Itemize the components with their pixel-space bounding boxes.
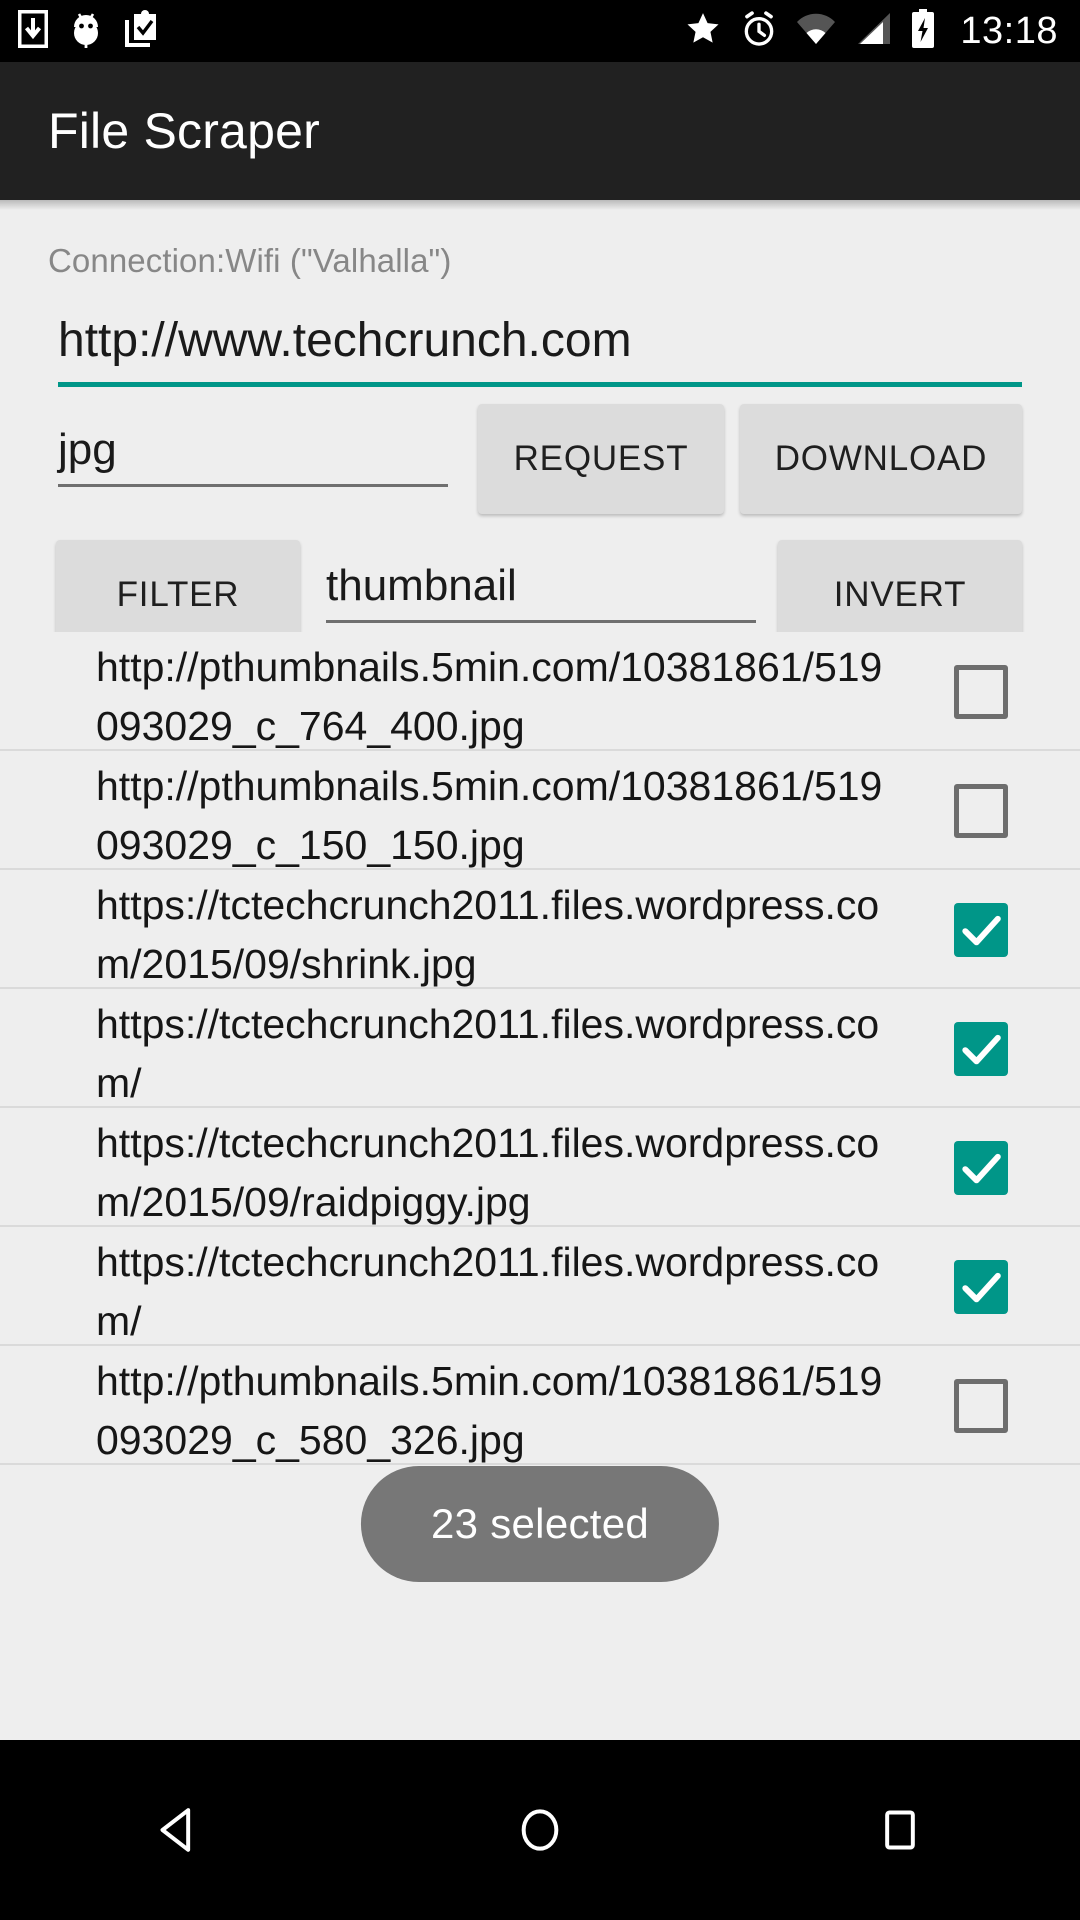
request-button[interactable]: REQUEST [478,404,724,514]
extension-input-value: jpg [58,425,117,474]
star-icon [684,10,722,53]
url-input[interactable]: http://www.techcrunch.com [58,310,1022,387]
list-item-url: https://tctechcrunch2011.files.wordpress… [96,1120,880,1225]
battery-charging-icon [910,8,936,54]
main-content: Connection:Wifi ("Valhalla") http://www.… [0,200,1080,1740]
home-button[interactable] [450,1740,630,1920]
list-item[interactable]: https://tctechcrunch2011.files.wordpress… [0,1227,1080,1346]
checkbox-unchecked-icon[interactable] [954,1379,1008,1433]
list-item-url: https://tctechcrunch2011.files.wordpress… [96,1239,880,1344]
list-item-url: https://tctechcrunch2011.files.wordpress… [96,882,880,987]
status-bar-clock: 13:18 [960,9,1058,52]
checkbox-checked-icon[interactable] [954,1022,1008,1076]
filter-text-input-value: thumbnail [326,561,517,610]
checkbox-unchecked-icon[interactable] [954,665,1008,719]
list-item-url: http://pthumbnails.5min.com/10381861/519… [96,1358,883,1463]
toast-notification: 23 selected [360,1466,720,1582]
download-to-device-icon [17,9,49,53]
recents-button[interactable] [810,1740,990,1920]
navigation-bar [0,1740,1080,1920]
list-item[interactable]: https://tctechcrunch2011.files.wordpress… [0,1108,1080,1227]
clipboard-check-icon [124,9,158,53]
checkbox-checked-icon[interactable] [954,1260,1008,1314]
download-button[interactable]: DOWNLOAD [740,404,1022,514]
status-bar-right-icons: 13:18 [684,8,1058,54]
list-item-url: https://tctechcrunch2011.files.wordpress… [96,1001,880,1106]
toast-message: 23 selected [430,1500,650,1547]
cell-signal-icon [854,12,892,51]
app-title: File Scraper [48,103,320,159]
checkbox-checked-icon[interactable] [954,1141,1008,1195]
app-bar: File Scraper [0,62,1080,200]
wifi-icon [796,12,836,51]
connection-status-label: Connection:Wifi ("Valhalla") [48,242,452,279]
android-debug-icon [70,9,102,54]
request-row: jpg REQUEST DOWNLOAD [0,404,1080,514]
extension-input-underline [58,484,448,487]
url-input-value: http://www.techcrunch.com [58,314,632,367]
list-item[interactable]: http://pthumbnails.5min.com/10381861/519… [0,751,1080,870]
filter-text-input-underline [326,620,756,623]
filter-text-input[interactable]: thumbnail [326,558,756,623]
android-screen: 13:18 File Scraper Connection:Wifi ("Val… [0,0,1080,1920]
extension-input[interactable]: jpg [58,422,448,487]
app-bar-shadow [0,200,1080,210]
list-item[interactable]: http://pthumbnails.5min.com/10381861/519… [0,1346,1080,1465]
list-item[interactable]: http://pthumbnails.5min.com/10381861/519… [0,632,1080,751]
url-input-underline [58,382,1022,387]
list-item-url: http://pthumbnails.5min.com/10381861/519… [96,763,883,868]
list-item-url: http://pthumbnails.5min.com/10381861/519… [96,644,883,749]
status-bar: 13:18 [0,0,1080,62]
checkbox-unchecked-icon[interactable] [954,784,1008,838]
alarm-clock-icon [740,10,778,53]
list-item[interactable]: https://tctechcrunch2011.files.wordpress… [0,870,1080,989]
checkbox-checked-icon[interactable] [954,903,1008,957]
list-item[interactable]: https://tctechcrunch2011.files.wordpress… [0,989,1080,1108]
back-button[interactable] [90,1740,270,1920]
status-bar-left-icons [17,9,158,54]
